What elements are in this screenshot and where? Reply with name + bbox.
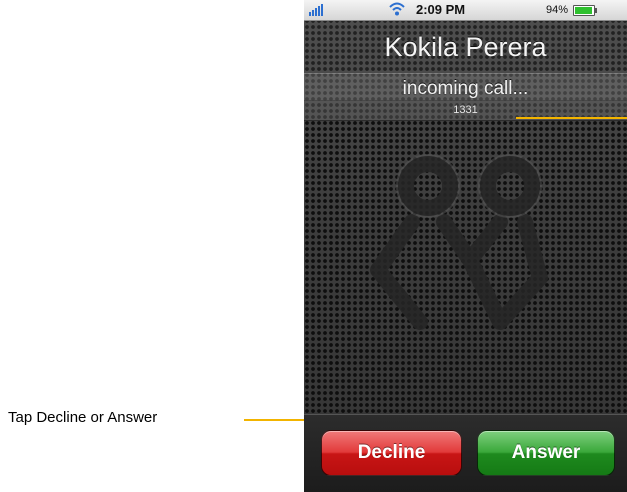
people-logo-icon <box>370 154 548 330</box>
battery-icon <box>573 5 597 16</box>
decline-button[interactable]: Decline <box>321 430 462 476</box>
wifi-icon <box>389 2 405 16</box>
status-time: 2:09 PM <box>416 2 466 17</box>
callout-label: Tap Decline or Answer <box>8 409 158 426</box>
status-bar: 2:09 PM 94% <box>304 0 627 21</box>
phone-screen: 2:09 PM 94% Kokila Perera incoming call.… <box>304 0 627 492</box>
callout-line-caller <box>516 117 627 119</box>
call-status: incoming call... <box>402 78 529 99</box>
battery-percentage: 94% <box>546 4 569 16</box>
signal-bars-icon <box>309 4 329 16</box>
answer-button[interactable]: Answer <box>477 430 615 476</box>
callout-line-buttons <box>244 419 304 421</box>
caller-name: Kokila Perera <box>384 32 547 62</box>
caller-number: 1331 <box>453 104 478 116</box>
